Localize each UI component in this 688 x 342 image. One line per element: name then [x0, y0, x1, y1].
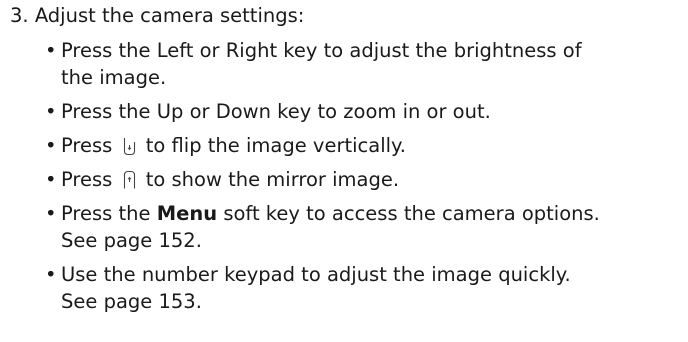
- manual-page: 3. Adjust the camera settings: Press the…: [0, 0, 688, 342]
- list-item-keypad: Use the number keypad to adjust the imag…: [45, 261, 685, 315]
- bullet-line: Press the Up or Down key to zoom in or o…: [61, 100, 491, 123]
- list-item-flip: Press to flip the image vertically.: [45, 132, 685, 159]
- bullet-line: Press to show the mirror image.: [61, 166, 685, 193]
- bullet-line: Use the number keypad to adjust the imag…: [61, 263, 571, 286]
- bullet-line: the image.: [61, 66, 167, 89]
- list-item-zoom: Press the Up or Down key to zoom in or o…: [45, 98, 685, 125]
- bullet-text-before: Press the: [61, 202, 151, 225]
- bullet-text-before: Press: [61, 134, 113, 157]
- flip-vertical-key-icon: [123, 136, 136, 156]
- bullet-text-after: to flip the image vertically.: [145, 134, 407, 157]
- bullet-text-after: to show the mirror image.: [145, 168, 400, 191]
- step-number: 3.: [10, 4, 29, 27]
- mirror-key-icon: [123, 170, 136, 190]
- bullet-line: Press to flip the image vertically.: [61, 132, 685, 159]
- list-item-menu: Press the Menu soft key to access the ca…: [45, 200, 685, 254]
- bullet-text-before: Press: [61, 168, 113, 191]
- bullet-line: Press the Left or Right key to adjust th…: [61, 39, 582, 62]
- bullet-line: Press the Menu soft key to access the ca…: [61, 200, 685, 227]
- page-reference: See page 153.: [61, 290, 202, 313]
- bullet-text-after: soft key to access the camera options.: [223, 202, 600, 225]
- page-reference: See page 152.: [61, 229, 202, 252]
- menu-softkey-label: Menu: [156, 202, 218, 225]
- instruction-list: Press the Left or Right key to adjust th…: [45, 37, 685, 322]
- step-heading: 3. Adjust the camera settings:: [10, 2, 304, 30]
- list-item-brightness: Press the Left or Right key to adjust th…: [45, 37, 685, 91]
- step-text: Adjust the camera settings:: [34, 4, 305, 27]
- list-item-mirror: Press to show the mirror image.: [45, 166, 685, 193]
